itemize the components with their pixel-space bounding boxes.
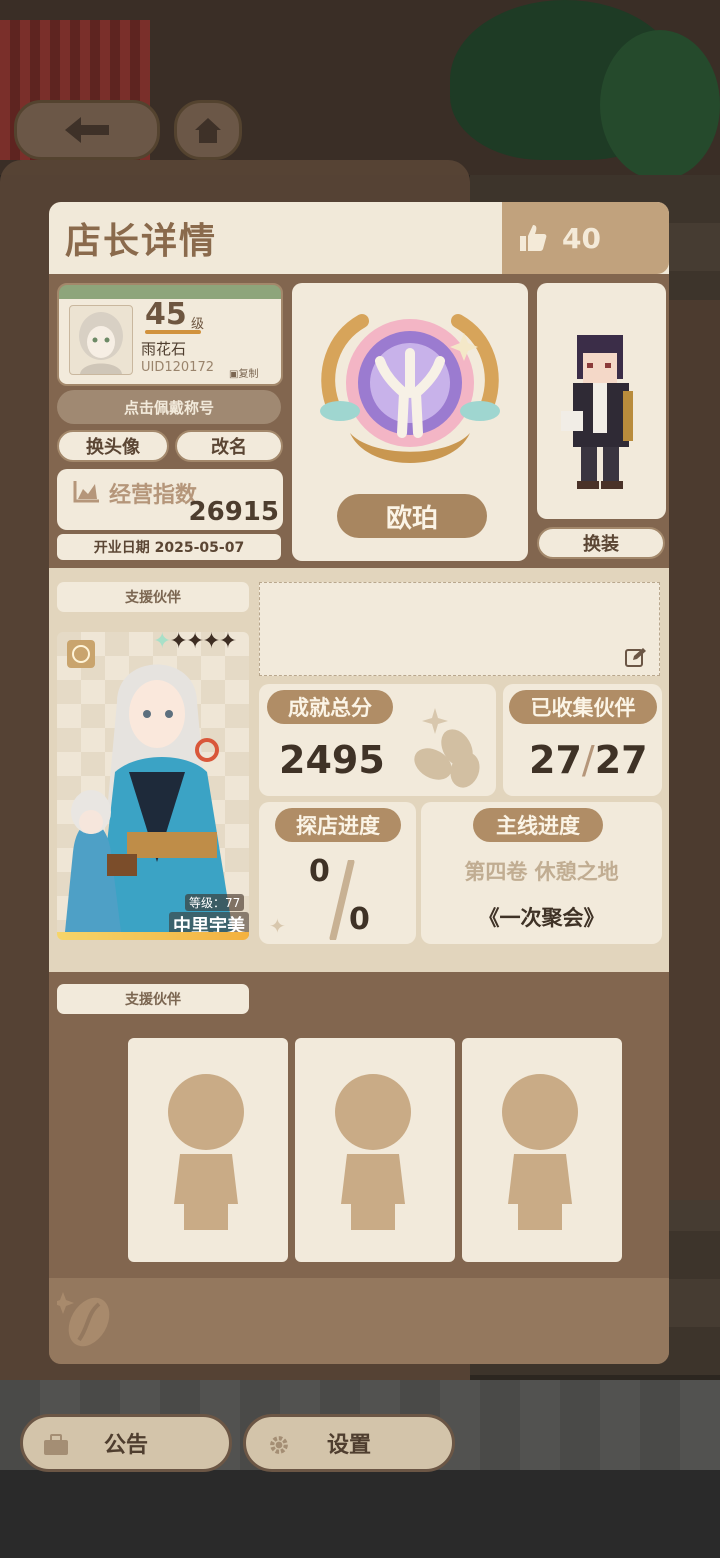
info-section: 支援伙伴 ✦✦✦✦✦ 等级：77 中里宇美 成就总分 2495 已收集伙伴 27… <box>49 568 669 972</box>
copy-label: 复制 <box>238 369 259 380</box>
main-chapter: 第四卷 休憩之地 <box>464 860 619 884</box>
achievement-value: 2495 <box>279 738 385 782</box>
business-index-value: 26915 <box>188 497 279 527</box>
signature-box[interactable] <box>259 582 660 676</box>
level-underline <box>145 330 201 334</box>
support-slot-3[interactable] <box>462 1038 622 1262</box>
tree-badge-emblem <box>320 314 500 463</box>
support-slot-2[interactable] <box>295 1038 455 1262</box>
sidewalk <box>0 1470 720 1558</box>
sparkle-icon: ✦ <box>269 914 286 938</box>
header-bar: 店长详情 40 <box>49 202 669 274</box>
star-rating: ✦✦✦✦ <box>169 632 237 654</box>
player-uid: UID120172 <box>141 360 214 375</box>
shopkeeper-detail-panel: 店长详情 40 45 级 雨花石 UID120172 ▣复制 点击佩戴称号 换头… <box>49 202 669 1364</box>
business-index-card: 经营指数 26915 <box>57 469 283 530</box>
explore-total: 0 <box>349 902 370 937</box>
wear-title-button[interactable]: 点击佩戴称号 <box>57 390 281 424</box>
briefcase-icon <box>44 1434 68 1455</box>
achievement-label: 成就总分 <box>267 690 393 724</box>
achievement-card[interactable]: 成就总分 2495 <box>259 684 496 796</box>
coffee-bean-icon <box>57 1292 110 1347</box>
support-partner-card[interactable]: ✦✦✦✦✦ 等级：77 中里宇美 <box>57 632 249 940</box>
empty-partner-silhouette-icon <box>335 1074 411 1230</box>
collected-partners-card[interactable]: 已收集伙伴 27/27 <box>503 684 662 796</box>
collected-total: 27 <box>594 738 648 782</box>
explore-progress-card[interactable]: 探店进度 0 0 ✦ <box>259 802 416 944</box>
collected-count: 27 <box>529 738 582 782</box>
avatar[interactable] <box>69 305 133 375</box>
support-slots-label: 支援伙伴 <box>57 984 249 1014</box>
main-story-card[interactable]: 主线进度 第四卷 休憩之地 《一次聚会》 <box>421 802 662 944</box>
support-slot-1[interactable] <box>128 1038 288 1262</box>
profile-card: 45 级 雨花石 UID120172 ▣复制 <box>57 283 283 386</box>
notice-label: 公告 <box>103 1433 148 1458</box>
player-level: 45 <box>145 297 187 332</box>
partner-stars: ✦✦✦✦✦ <box>153 632 237 654</box>
character-card <box>537 283 666 519</box>
page-title: 店长详情 <box>65 221 218 262</box>
back-button[interactable] <box>14 100 160 160</box>
coffee-beans-icon <box>414 708 480 788</box>
edit-icon[interactable] <box>625 647 647 667</box>
collected-fraction: 27/27 <box>529 738 648 782</box>
empty-partner-silhouette-icon <box>502 1074 578 1230</box>
home-icon <box>195 118 221 143</box>
main-episode: 《一次聚会》 <box>478 906 605 930</box>
business-index-label: 经营指数 <box>109 483 198 508</box>
main-story-label: 主线进度 <box>473 808 603 842</box>
like-button[interactable]: 40 <box>502 202 669 274</box>
change-outfit-button[interactable]: 换装 <box>537 527 665 559</box>
rename-button[interactable]: 改名 <box>175 430 283 462</box>
change-avatar-button[interactable]: 换头像 <box>57 430 169 462</box>
player-name: 雨花石 <box>141 340 187 358</box>
copy-uid-button[interactable]: ▣复制 <box>229 365 258 380</box>
like-count: 40 <box>562 221 601 255</box>
tree <box>600 30 720 180</box>
avatar-portrait <box>79 312 123 374</box>
partner-level: 等级：77 <box>185 894 245 911</box>
open-date: 开业日期 2025-05-07 <box>57 534 281 560</box>
support-partner-label: 支援伙伴 <box>57 582 249 612</box>
settings-label: 设置 <box>326 1433 371 1458</box>
gear-icon <box>270 1436 288 1454</box>
rarity-bar <box>57 932 249 940</box>
sparkle-icon: ✦ <box>153 632 171 654</box>
panel-footer <box>49 1278 669 1364</box>
home-button[interactable] <box>174 100 242 160</box>
arrow-left-icon <box>65 117 109 143</box>
thumbs-up-icon <box>520 225 547 251</box>
collected-label: 已收集伙伴 <box>509 690 657 724</box>
notice-button[interactable]: 公告 <box>20 1414 232 1472</box>
fraction-slash: / <box>581 738 595 782</box>
character-sprite <box>561 335 633 489</box>
explore-label: 探店进度 <box>275 808 401 842</box>
empty-partner-silhouette-icon <box>168 1074 244 1230</box>
settings-button[interactable]: 设置 <box>243 1414 455 1472</box>
bar-chart-icon <box>73 481 99 503</box>
badge-name: 欧珀 <box>337 494 487 538</box>
support-slots-area: 支援伙伴 <box>49 980 669 1278</box>
shopfront <box>660 300 720 1200</box>
